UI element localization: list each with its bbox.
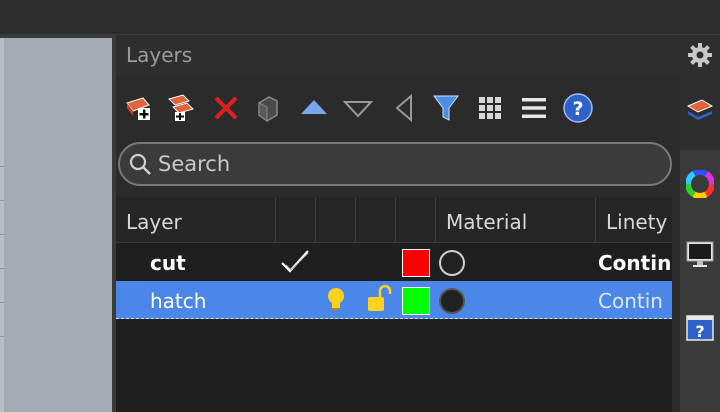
table-row[interactable]: cut Contin [116, 243, 672, 281]
search-icon [129, 153, 151, 175]
header-layer[interactable]: Layer [116, 197, 276, 243]
help-window-icon[interactable]: ? [684, 312, 716, 344]
search-field[interactable] [118, 142, 672, 186]
linetype-value[interactable]: Contin [598, 243, 671, 281]
right-panel-tabs: ? [680, 76, 720, 412]
move-down-icon[interactable] [342, 92, 374, 124]
table-row[interactable]: hatch Contin [116, 281, 672, 319]
panel-header: Layers [116, 34, 720, 76]
help-icon[interactable]: ? [562, 92, 594, 124]
new-layer-icon[interactable] [122, 92, 154, 124]
table-header: Layer Material Linety [116, 197, 672, 243]
layer-color-swatch[interactable] [402, 249, 430, 277]
lightbulb-icon[interactable] [324, 281, 348, 319]
search-input[interactable] [158, 152, 638, 176]
svg-text:?: ? [695, 322, 704, 341]
new-sublayer-icon[interactable] [164, 92, 196, 124]
material-swatch[interactable] [439, 250, 465, 276]
current-check-icon[interactable] [278, 243, 314, 281]
menu-icon[interactable] [518, 92, 550, 124]
grid-icon[interactable] [474, 92, 506, 124]
layers-table: Layer Material Linety cut Contin hatch C… [116, 197, 672, 412]
move-up-icon[interactable] [298, 92, 330, 124]
material-swatch[interactable] [439, 288, 465, 314]
panel-title: Layers [126, 43, 193, 67]
viewport-area[interactable] [0, 34, 112, 412]
unlock-icon[interactable] [364, 281, 392, 319]
display-icon[interactable] [684, 238, 716, 270]
delete-icon[interactable] [210, 92, 242, 124]
gear-icon[interactable] [686, 41, 714, 69]
linetype-value[interactable]: Contin [598, 281, 663, 319]
header-material[interactable]: Material [436, 197, 596, 243]
layer-name: hatch [150, 289, 207, 313]
top-bar [0, 0, 720, 34]
color-wheel-icon[interactable] [684, 168, 716, 200]
layers-toolbar: ? [116, 92, 680, 128]
header-linetype[interactable]: Linety [596, 197, 672, 243]
layers-tab-icon[interactable] [684, 94, 716, 126]
layers-panel: Layers ? Search Layer Material Linety cu… [116, 34, 720, 412]
layer-color-swatch[interactable] [402, 287, 430, 315]
header-visible[interactable] [316, 197, 356, 243]
layer-name: cut [150, 251, 186, 275]
header-current[interactable] [276, 197, 316, 243]
move-left-icon[interactable] [388, 92, 420, 124]
filter-icon[interactable] [430, 92, 462, 124]
svg-text:?: ? [572, 98, 583, 120]
layer-filter-icon[interactable] [252, 92, 284, 124]
header-color[interactable] [396, 197, 436, 243]
header-locked[interactable] [356, 197, 396, 243]
